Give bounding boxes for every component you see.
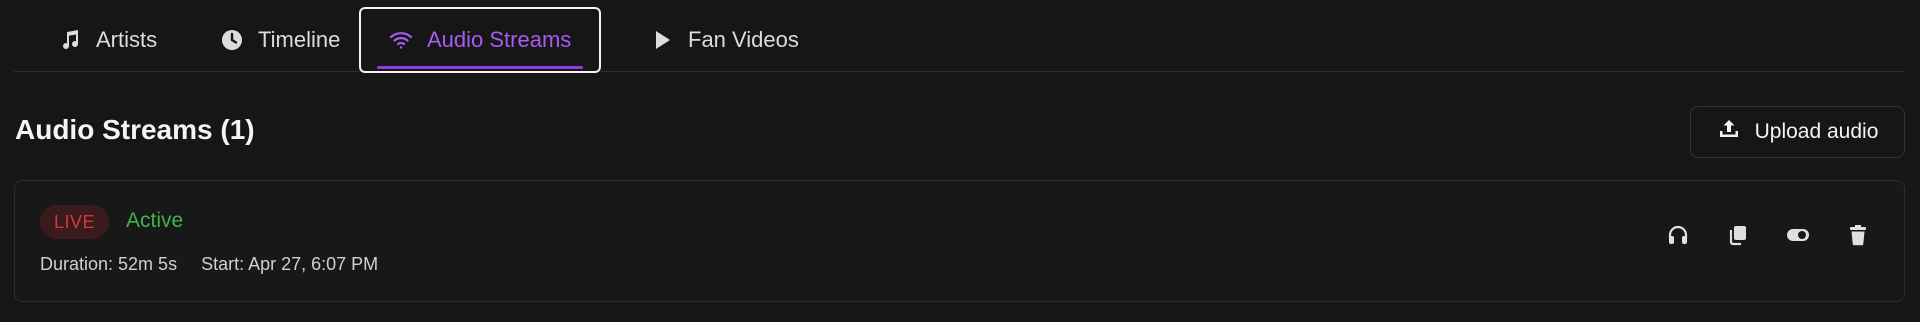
- tab-bar: Artists Timeline Audio Streams Fan Video…: [14, 0, 1905, 73]
- tab-label: Audio Streams: [427, 27, 572, 52]
- tab-label: Fan Videos: [688, 27, 799, 52]
- wifi-icon: [389, 28, 413, 52]
- tab-label: Timeline: [258, 27, 341, 52]
- tab-timeline[interactable]: Timeline: [192, 7, 368, 73]
- upload-button-label: Upload audio: [1754, 120, 1879, 143]
- stream-card: LIVE Active Duration: 52m 5s Start: Apr …: [14, 180, 1905, 302]
- tab-fan-videos[interactable]: Fan Videos: [622, 7, 827, 73]
- duration-text: Duration: 52m 5s: [40, 254, 178, 274]
- tab-label: Artists: [96, 27, 158, 52]
- delete-button[interactable]: [1846, 223, 1870, 252]
- page-title: Audio Streams (1): [15, 114, 255, 145]
- status-text: Active: [126, 209, 184, 232]
- music-note-icon: [58, 28, 82, 52]
- headphones-icon: [1666, 223, 1690, 252]
- live-badge: LIVE: [40, 205, 110, 239]
- toggle-button[interactable]: [1786, 225, 1810, 249]
- stream-actions: [1666, 223, 1870, 252]
- listen-button[interactable]: [1666, 225, 1690, 249]
- play-icon: [650, 28, 674, 52]
- tab-audio-streams[interactable]: Audio Streams: [359, 7, 601, 73]
- clock-icon: [220, 28, 244, 52]
- toggle-icon: [1786, 223, 1810, 252]
- copy-button[interactable]: [1726, 225, 1750, 249]
- copy-icon: [1726, 223, 1750, 252]
- start-time-text: Start: Apr 27, 6:07 PM: [201, 254, 379, 274]
- tab-artists[interactable]: Artists: [30, 7, 185, 73]
- stream-meta: Duration: 52m 5s Start: Apr 27, 6:07 PM: [40, 254, 378, 275]
- upload-audio-button[interactable]: Upload audio: [1690, 106, 1905, 158]
- upload-icon: [1717, 117, 1741, 147]
- trash-icon: [1846, 223, 1870, 252]
